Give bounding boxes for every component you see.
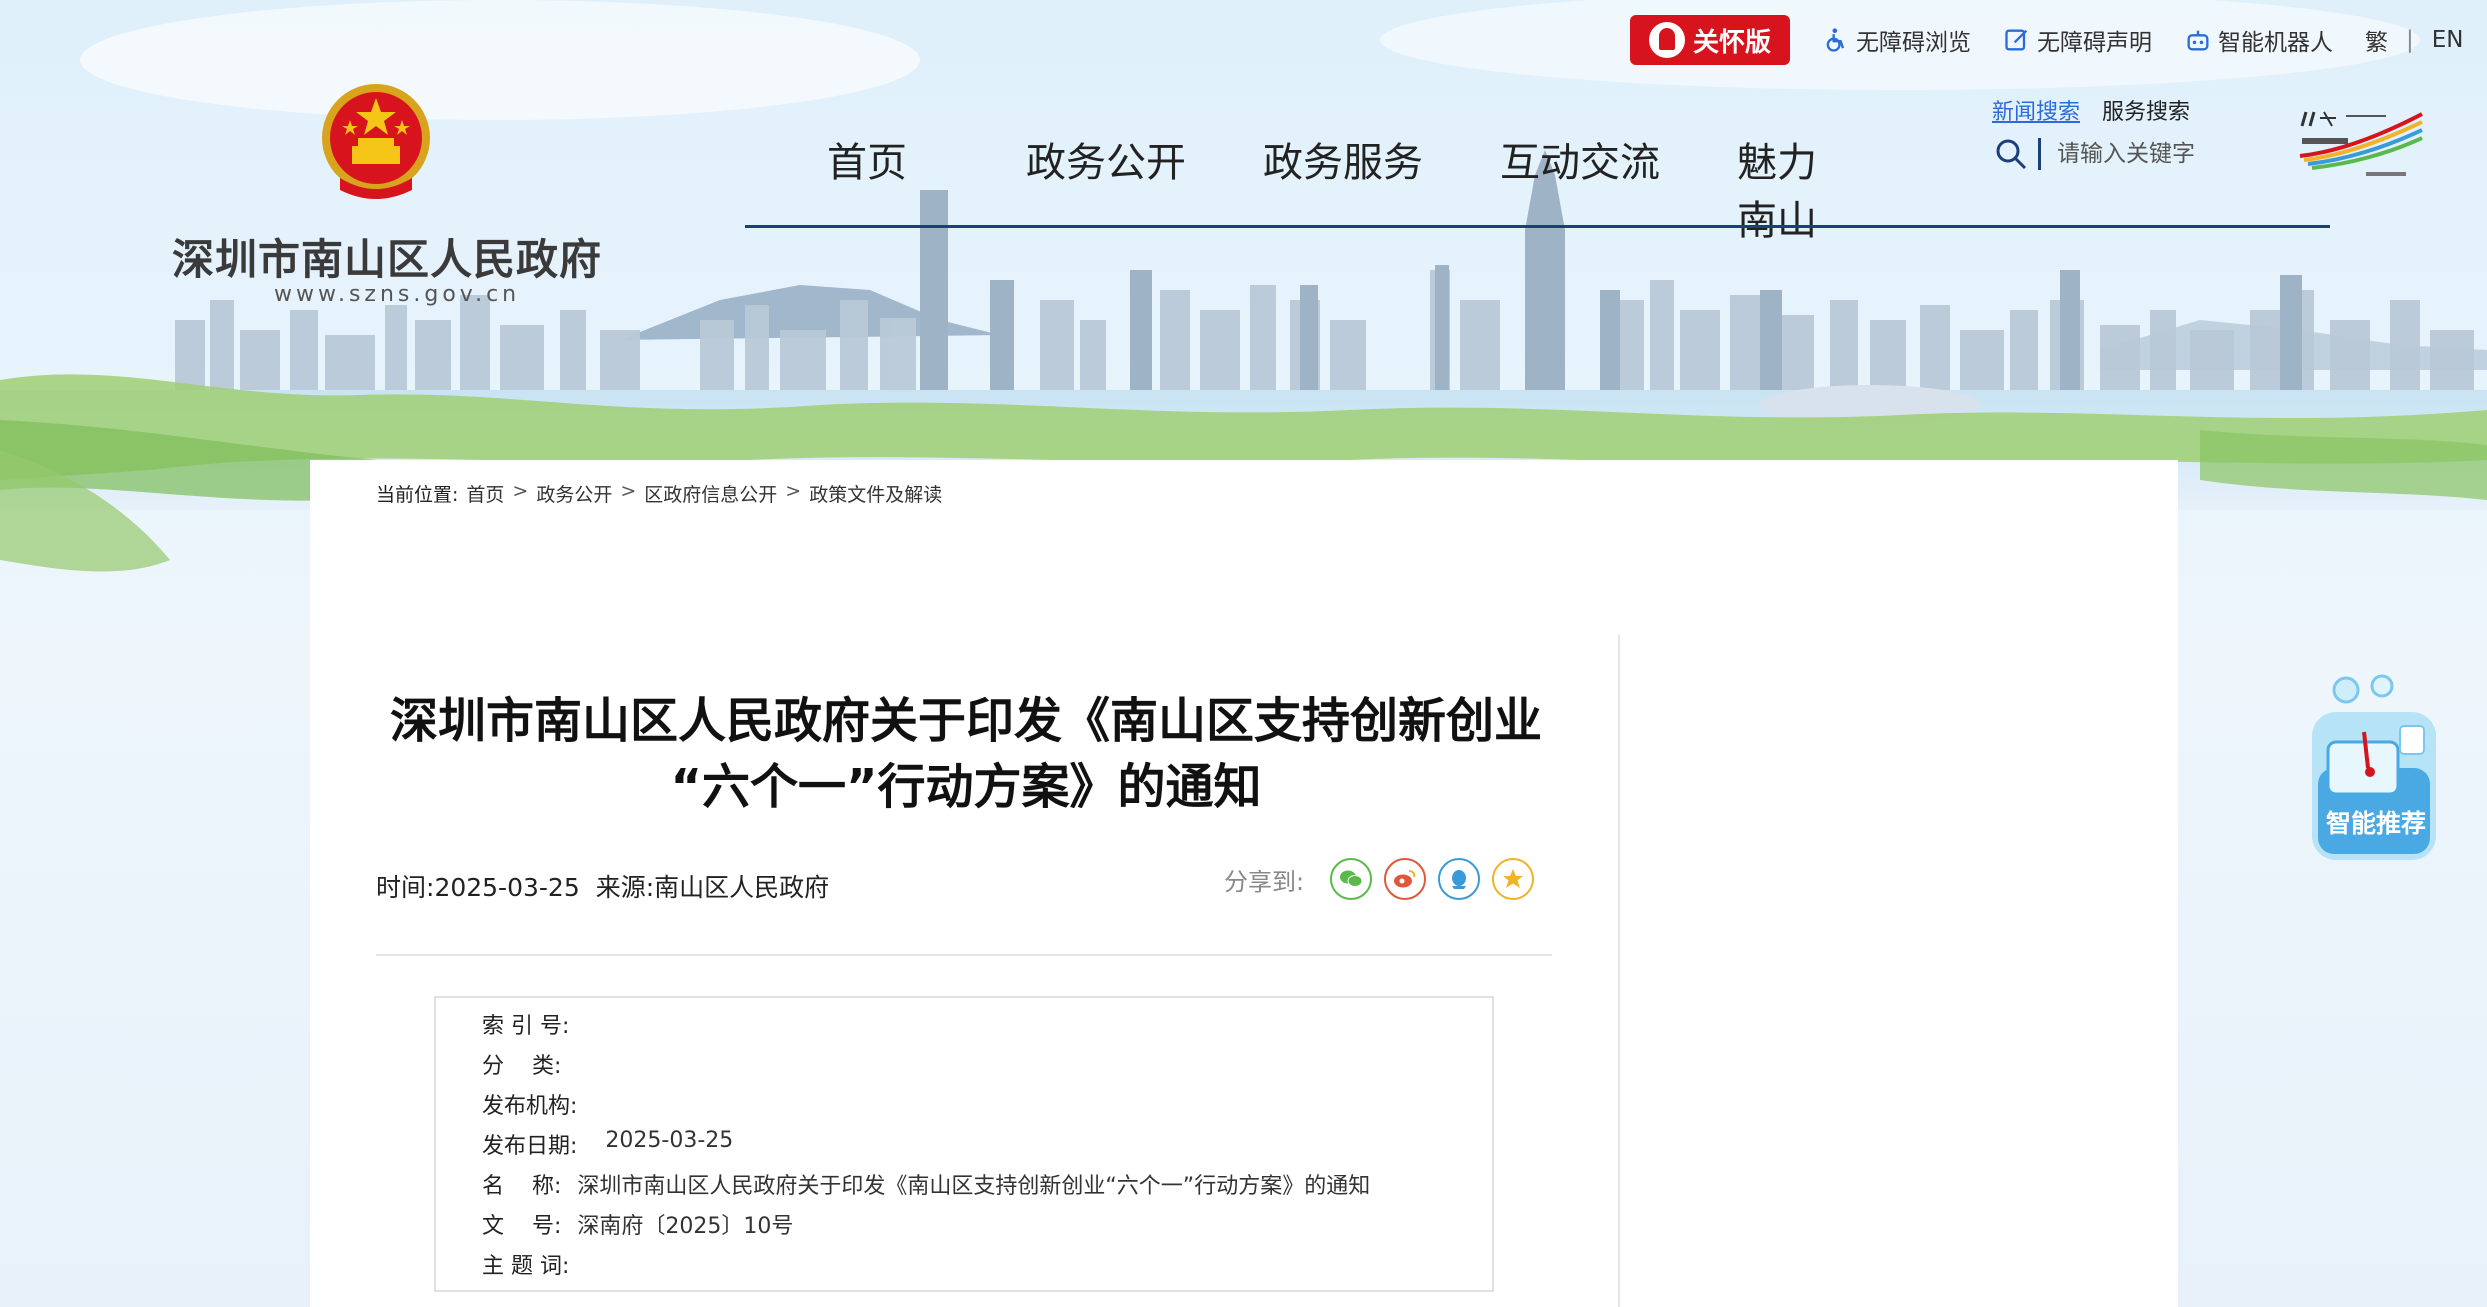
- language-switch: 繁 | EN: [2365, 23, 2464, 57]
- publish-time: 2025-03-25: [434, 873, 580, 902]
- care-mode-label: 关怀版: [1692, 27, 1771, 58]
- nav-item-charm-nanshan[interactable]: 魅力南山: [1737, 130, 1855, 246]
- info-row-name: 名 称: 深圳市南山区人民政府关于印发《南山区支持创新创业“六个一”行动方案》的通…: [482, 1168, 1370, 1200]
- accessible-statement-label: 无障碍声明: [2037, 30, 2152, 56]
- accessible-statement-link[interactable]: 无障碍声明: [2003, 23, 2152, 57]
- nav-underline: [745, 225, 2330, 228]
- nav-item-gov-services[interactable]: 政务服务: [1263, 130, 1423, 188]
- elderly-care-icon: [1648, 22, 1685, 58]
- search-divider: [2038, 138, 2041, 170]
- content-card: 当前位置: 首页 > 政务公开 > 区政府信息公开 > 政策文件及解读 深圳市南…: [310, 460, 2178, 1307]
- news-search-link[interactable]: 新闻搜索: [1992, 94, 2080, 126]
- share-weibo-button[interactable]: [1384, 858, 1427, 900]
- weibo-icon: [1394, 870, 1416, 888]
- smart-recommend-label: 智能推荐: [2326, 809, 2427, 838]
- breadcrumb-separator: >: [785, 480, 802, 502]
- smart-recommend-widget[interactable]: 智能推荐: [2304, 672, 2444, 868]
- info-key: 分 类:: [482, 1054, 562, 1079]
- breadcrumb-gov-affairs-open[interactable]: 政务公开: [536, 480, 612, 507]
- info-key: 发布机构:: [482, 1094, 578, 1119]
- care-mode-button[interactable]: 关怀版: [1630, 15, 1790, 65]
- search-input[interactable]: [2055, 140, 2229, 168]
- main-nav: 首页 政务公开 政务服务 互动交流 魅力南山: [745, 118, 2330, 244]
- info-row-index: 索 引 号:: [482, 1008, 569, 1040]
- share-bar: 分享到:: [1224, 858, 1535, 900]
- breadcrumb-policy-docs[interactable]: 政策文件及解读: [809, 480, 942, 507]
- article-meta: 时间:2025-03-25 来源:南山区人民政府: [376, 868, 829, 904]
- wechat-icon: [1340, 870, 1363, 887]
- info-row-keywords: 主 题 词:: [482, 1248, 569, 1280]
- share-qq-button[interactable]: [1438, 858, 1481, 900]
- national-emblem-icon: [322, 84, 430, 199]
- sidebar-divider: [1618, 635, 1620, 1307]
- wheelchair-icon: [1826, 28, 1845, 52]
- breadcrumb: 当前位置: 首页 > 政务公开 > 区政府信息公开 > 政策文件及解读: [376, 480, 942, 507]
- breadcrumb-separator: >: [512, 480, 529, 502]
- robot-icon: [2187, 30, 2209, 51]
- article-title: 深圳市南山区人民政府关于印发《南山区支持创新创业 “六个一”行动方案》的通知: [376, 688, 1556, 820]
- nav-item-interaction[interactable]: 互动交流: [1500, 130, 1660, 188]
- breadcrumb-separator: >: [620, 480, 637, 502]
- info-value: 2025-03-25: [605, 1128, 734, 1153]
- search-type-links: 新闻搜索 服务搜索: [1992, 94, 2190, 126]
- shenzhen-gov-logo-icon: [2299, 111, 2423, 176]
- nav-item-gov-affairs-open[interactable]: 政务公开: [1026, 130, 1186, 188]
- info-key: 主 题 词:: [482, 1254, 570, 1279]
- accessible-browse-label: 无障碍浏览: [1856, 30, 1971, 56]
- accessible-browse-link[interactable]: 无障碍浏览: [1822, 23, 1971, 57]
- breadcrumb-label: 当前位置:: [376, 484, 459, 506]
- info-row-issuer: 发布机构:: [482, 1088, 577, 1120]
- utility-bar: 关怀版 无障碍浏览 无障碍声明 智能机器人 繁 | EN: [1630, 14, 2464, 66]
- english-link[interactable]: EN: [2432, 27, 2464, 53]
- language-separator: |: [2406, 27, 2414, 53]
- site-name: 深圳市南山区人民政府: [172, 235, 603, 284]
- info-key: 索 引 号:: [482, 1014, 570, 1039]
- traditional-chinese-link[interactable]: 繁: [2365, 23, 2388, 57]
- breadcrumb-home[interactable]: 首页: [466, 480, 504, 507]
- source-label: 来源:: [595, 873, 655, 902]
- share-wechat-button[interactable]: [1330, 858, 1373, 900]
- info-row-doc-number: 文 号: 深南府〔2025〕10号: [482, 1208, 793, 1240]
- info-row-date: 发布日期: 2025-03-25: [482, 1128, 733, 1160]
- search-box: [1994, 134, 2234, 174]
- info-key: 名 称:: [482, 1174, 562, 1199]
- service-search-link[interactable]: 服务搜索: [2102, 94, 2190, 126]
- robot-label: 智能机器人: [2218, 30, 2333, 56]
- share-favorite-button[interactable]: [1492, 858, 1535, 900]
- qq-icon: [1452, 870, 1467, 889]
- search-icon[interactable]: [1994, 137, 2028, 171]
- site-url: www.szns.gov.cn: [274, 282, 521, 307]
- info-key: 文 号:: [482, 1214, 562, 1239]
- header-divider: [376, 954, 1552, 956]
- edit-icon: [2005, 29, 2028, 51]
- robot-link[interactable]: 智能机器人: [2184, 23, 2333, 57]
- info-value: 深南府〔2025〕10号: [577, 1214, 794, 1239]
- nav-item-home[interactable]: 首页: [827, 130, 907, 188]
- star-icon: [1503, 869, 1524, 888]
- share-label: 分享到:: [1224, 867, 1305, 896]
- article-title-line-1: 深圳市南山区人民政府关于印发《南山区支持创新创业: [389, 693, 1542, 749]
- article-source: 南山区人民政府: [654, 873, 830, 902]
- time-label: 时间:: [376, 873, 435, 902]
- info-key: 发布日期:: [482, 1134, 578, 1159]
- info-row-category: 分 类:: [482, 1048, 561, 1080]
- info-value: 深圳市南山区人民政府关于印发《南山区支持创新创业“六个一”行动方案》的通知: [577, 1174, 1371, 1199]
- article-title-line-2: “六个一”行动方案》的通知: [670, 759, 1262, 815]
- document-info-table: 索 引 号: 分 类: 发布机构: 发布日期: 2025-03-25 名 称: 深圳…: [434, 996, 1494, 1292]
- breadcrumb-district-info-open[interactable]: 区政府信息公开: [644, 480, 777, 507]
